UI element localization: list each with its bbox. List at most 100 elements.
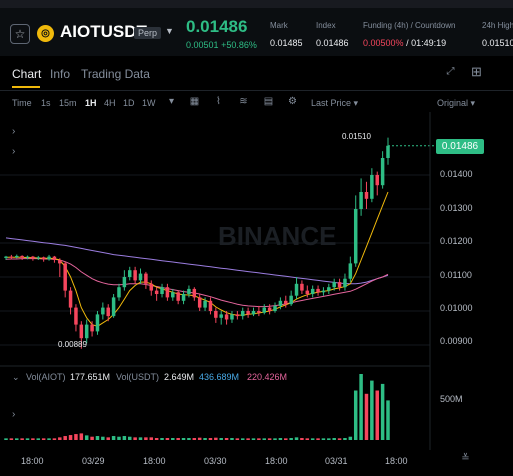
candle-body <box>171 292 175 298</box>
price-type-select[interactable]: Last Price ▾ <box>311 98 358 109</box>
candle <box>219 311 223 325</box>
current-price-tag: 0.01486 <box>436 139 484 154</box>
volume-bar <box>176 438 180 440</box>
candle-body <box>235 314 240 317</box>
divider <box>0 90 513 91</box>
candle-body <box>386 145 390 158</box>
candle <box>52 255 57 263</box>
candle <box>262 304 267 315</box>
indicator-icon[interactable]: ⌇ <box>213 96 224 107</box>
candle-body <box>63 263 67 291</box>
interval-15m[interactable]: 15m <box>59 98 77 108</box>
volume-bar <box>278 438 283 440</box>
expand-left-icon-2[interactable]: › <box>12 146 15 157</box>
interval-time[interactable]: Time <box>12 98 32 108</box>
candle <box>127 266 132 281</box>
candle <box>235 311 240 320</box>
fit-chart-icon[interactable]: ≚ <box>460 453 471 464</box>
candle-body <box>364 192 369 199</box>
star-outline-icon[interactable]: ☆ <box>10 24 30 44</box>
candle-body <box>4 256 8 258</box>
expand-left-icon[interactable]: › <box>12 126 15 137</box>
candle-body <box>79 324 84 339</box>
compare-icon[interactable]: ≋ <box>238 96 249 107</box>
candle <box>181 290 186 305</box>
candle-body <box>289 295 293 305</box>
more-intervals-icon[interactable]: ▾ <box>166 96 177 107</box>
candle <box>95 311 100 335</box>
volume-bar <box>305 438 310 440</box>
candle-body <box>348 263 353 279</box>
interval-1h[interactable]: 1H <box>85 98 97 108</box>
interval-1d[interactable]: 1D <box>123 98 135 108</box>
volume-bars <box>4 374 390 440</box>
candle-body <box>375 175 379 186</box>
candle <box>300 280 304 294</box>
y-tick: 0.01200 <box>440 236 473 246</box>
candle-body <box>101 307 105 315</box>
last-price: 0.01486 <box>186 17 248 36</box>
candle <box>251 307 256 317</box>
active-tab-indicator <box>12 86 40 88</box>
candle <box>31 255 35 261</box>
candle-body <box>262 307 267 313</box>
candle <box>230 311 234 323</box>
volume-bar <box>370 380 374 440</box>
candle-body <box>343 278 347 288</box>
coin-logo-icon: ◎ <box>37 25 54 42</box>
candle <box>359 178 363 216</box>
grid-layout-icon[interactable]: ⊞ <box>471 65 482 78</box>
candle <box>310 285 315 298</box>
volume-bar <box>101 436 105 440</box>
chevron-down-icon[interactable]: ▼ <box>165 26 174 36</box>
change-abs: 0.00501 <box>186 40 219 50</box>
view-mode-select[interactable]: Original ▾ <box>437 98 475 109</box>
candle-body <box>380 158 385 186</box>
candle-body <box>176 292 180 301</box>
candle-body <box>138 273 143 281</box>
candle <box>171 288 175 301</box>
ma-pink-line <box>5 258 389 308</box>
volume-bar <box>327 438 331 440</box>
volume-bar <box>197 437 202 440</box>
candle <box>41 256 46 262</box>
candle <box>197 294 202 311</box>
volume-expand-icon[interactable]: › <box>12 409 15 420</box>
settings-icon[interactable]: ⚙ <box>287 96 298 107</box>
candle-body <box>127 270 132 277</box>
candle <box>386 137 390 165</box>
volume-bar <box>192 438 197 440</box>
tab-info[interactable]: Info <box>50 67 70 81</box>
candle-body <box>267 307 272 311</box>
volume-bar <box>310 438 315 440</box>
candle-body <box>230 314 234 320</box>
candle <box>133 266 137 284</box>
volume-collapse-icon[interactable]: ⌄ <box>12 372 20 383</box>
volume-bar <box>154 438 159 440</box>
tab-trading-data[interactable]: Trading Data <box>81 67 150 81</box>
expand-icon[interactable]: ⤢ <box>445 66 456 77</box>
tab-chart[interactable]: Chart <box>12 67 41 81</box>
x-tick: 18:00 <box>265 456 288 466</box>
x-tick: 18:00 <box>385 456 408 466</box>
candle <box>192 287 197 301</box>
volume-bar <box>187 438 191 440</box>
candle-body <box>15 255 19 258</box>
volume-bar <box>321 438 326 440</box>
interval-1w[interactable]: 1W <box>142 98 156 108</box>
calendar-icon[interactable]: ▦ <box>189 96 200 107</box>
volume-ma-2: 220.426M <box>247 372 288 382</box>
candle-body <box>154 290 159 294</box>
interval-4h[interactable]: 4H <box>104 98 116 108</box>
price-change: 0.00501 +50.86% <box>186 40 257 50</box>
volume-bar <box>224 438 229 440</box>
candle <box>36 255 41 260</box>
price-chart[interactable]: BINANCE <box>0 112 513 476</box>
volume-bar <box>294 437 299 440</box>
candle <box>101 302 105 320</box>
candle <box>165 283 170 301</box>
candle <box>111 294 116 318</box>
layout-icon[interactable]: ▤ <box>263 96 274 107</box>
candle <box>154 287 159 301</box>
interval-1s[interactable]: 1s <box>41 98 51 108</box>
